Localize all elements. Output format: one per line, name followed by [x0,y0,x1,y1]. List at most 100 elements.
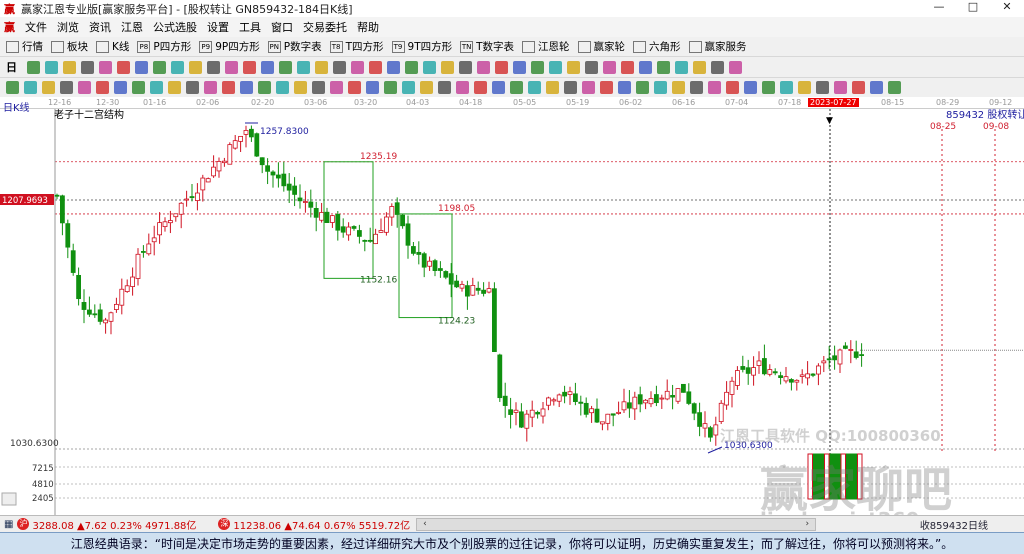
period-selector[interactable]: 日 [6,59,17,75]
toolbar-6[interactable]: T8 T四方形 [329,39,384,54]
tool-icon[interactable] [564,81,577,94]
tool-icon[interactable] [207,60,220,74]
tool-icon[interactable] [438,81,451,94]
tool-icon[interactable] [546,81,559,94]
tool-icon[interactable] [744,81,757,94]
toolbar-2[interactable]: K线 [96,39,129,54]
tool-icon[interactable] [495,60,508,74]
tool-icon[interactable] [852,81,865,94]
close-button[interactable]: ✕ [990,0,1024,13]
menu-window[interactable]: 窗口 [271,19,293,35]
toolbar-1[interactable]: 板块 [51,39,88,54]
tool-icon[interactable] [528,81,541,94]
tool-icon[interactable] [243,60,256,74]
tool-icon[interactable] [294,81,307,94]
tool-icon[interactable] [171,60,184,74]
tool-icon[interactable] [567,60,580,74]
tool-icon[interactable] [351,60,364,74]
tool-icon[interactable] [711,60,724,74]
tool-icon[interactable] [222,81,235,94]
tool-icon[interactable] [114,81,127,94]
tool-icon[interactable] [726,81,739,94]
toolbar-5[interactable]: PN P数字表 [267,39,322,54]
sz-index[interactable]: 11238.06 ▲74.64 0.67% 5519.72亿 [233,517,410,532]
tool-icon[interactable] [150,81,163,94]
tool-icon[interactable] [132,81,145,94]
tool-icon[interactable] [186,81,199,94]
maximize-button[interactable]: □ [956,0,990,13]
tool-icon[interactable] [168,81,181,94]
tool-icon[interactable] [600,81,613,94]
tool-icon[interactable] [369,60,382,74]
menu-news[interactable]: 资讯 [89,19,111,35]
tool-icon[interactable] [153,60,166,74]
tool-icon[interactable] [762,81,775,94]
tool-icon[interactable] [276,81,289,94]
tool-icon[interactable] [459,60,472,74]
tool-icon[interactable] [603,60,616,74]
menu-browse[interactable]: 浏览 [57,19,79,35]
tool-icon[interactable] [99,60,112,74]
menu-help[interactable]: 帮助 [357,19,379,35]
tool-icon[interactable] [63,60,76,74]
tool-icon[interactable] [96,81,109,94]
tool-icon[interactable] [708,81,721,94]
menu-file[interactable]: 文件 [25,19,47,35]
tool-icon[interactable] [477,60,490,74]
tool-icon[interactable] [585,60,598,74]
menu-trade[interactable]: 交易委托 [303,19,347,35]
tool-icon[interactable] [42,81,55,94]
tool-icon[interactable] [81,60,94,74]
tool-icon[interactable] [582,81,595,94]
tool-icon[interactable] [240,81,253,94]
tool-icon[interactable] [60,81,73,94]
toolbar-12[interactable]: 赢家服务 [688,39,747,54]
tool-icon[interactable] [657,60,670,74]
tool-icon[interactable] [24,81,37,94]
tool-icon[interactable] [816,81,829,94]
tool-icon[interactable] [312,81,325,94]
tool-icon[interactable] [870,81,883,94]
tool-icon[interactable] [780,81,793,94]
tool-icon[interactable] [729,60,742,74]
menu-formula[interactable]: 公式选股 [153,19,197,35]
tool-icon[interactable] [618,81,631,94]
tool-icon[interactable] [549,60,562,74]
tool-icon[interactable] [330,81,343,94]
tool-icon[interactable] [366,81,379,94]
tool-icon[interactable] [45,60,58,74]
tool-icon[interactable] [531,60,544,74]
toolbar-3[interactable]: P8 P四方形 [137,39,191,54]
toolbar-9[interactable]: 江恩轮 [522,39,570,54]
tool-icon[interactable] [510,81,523,94]
tool-icon[interactable] [888,81,901,94]
tool-icon[interactable] [315,60,328,74]
tool-icon[interactable] [654,81,667,94]
calc-icon[interactable]: ▦ [4,519,13,530]
tool-icon[interactable] [189,60,202,74]
tool-icon[interactable] [279,60,292,74]
tool-icon[interactable] [423,60,436,74]
tool-icon[interactable] [621,60,634,74]
sh-index[interactable]: 3288.08 ▲7.62 0.23% 4971.88亿 [32,517,196,532]
tool-icon[interactable] [639,60,652,74]
tool-icon[interactable] [384,81,397,94]
tool-icon[interactable] [405,60,418,74]
menu-settings[interactable]: 设置 [207,19,229,35]
tool-icon[interactable] [834,81,847,94]
tool-icon[interactable] [672,81,685,94]
tool-icon[interactable] [441,60,454,74]
tool-icon[interactable] [78,81,91,94]
tool-icon[interactable] [348,81,361,94]
tool-icon[interactable] [693,60,706,74]
tool-icon[interactable] [690,81,703,94]
tool-icon[interactable] [117,60,130,74]
tool-icon[interactable] [135,60,148,74]
tool-icon[interactable] [387,60,400,74]
tool-icon[interactable] [636,81,649,94]
menu-tools[interactable]: 工具 [239,19,261,35]
toolbar-7[interactable]: T9 9T四方形 [391,39,452,54]
toolbar-8[interactable]: TN T数字表 [460,39,514,54]
menu-gann[interactable]: 江恩 [121,19,143,35]
horizontal-scrollbar[interactable]: ‹ › [416,517,817,531]
